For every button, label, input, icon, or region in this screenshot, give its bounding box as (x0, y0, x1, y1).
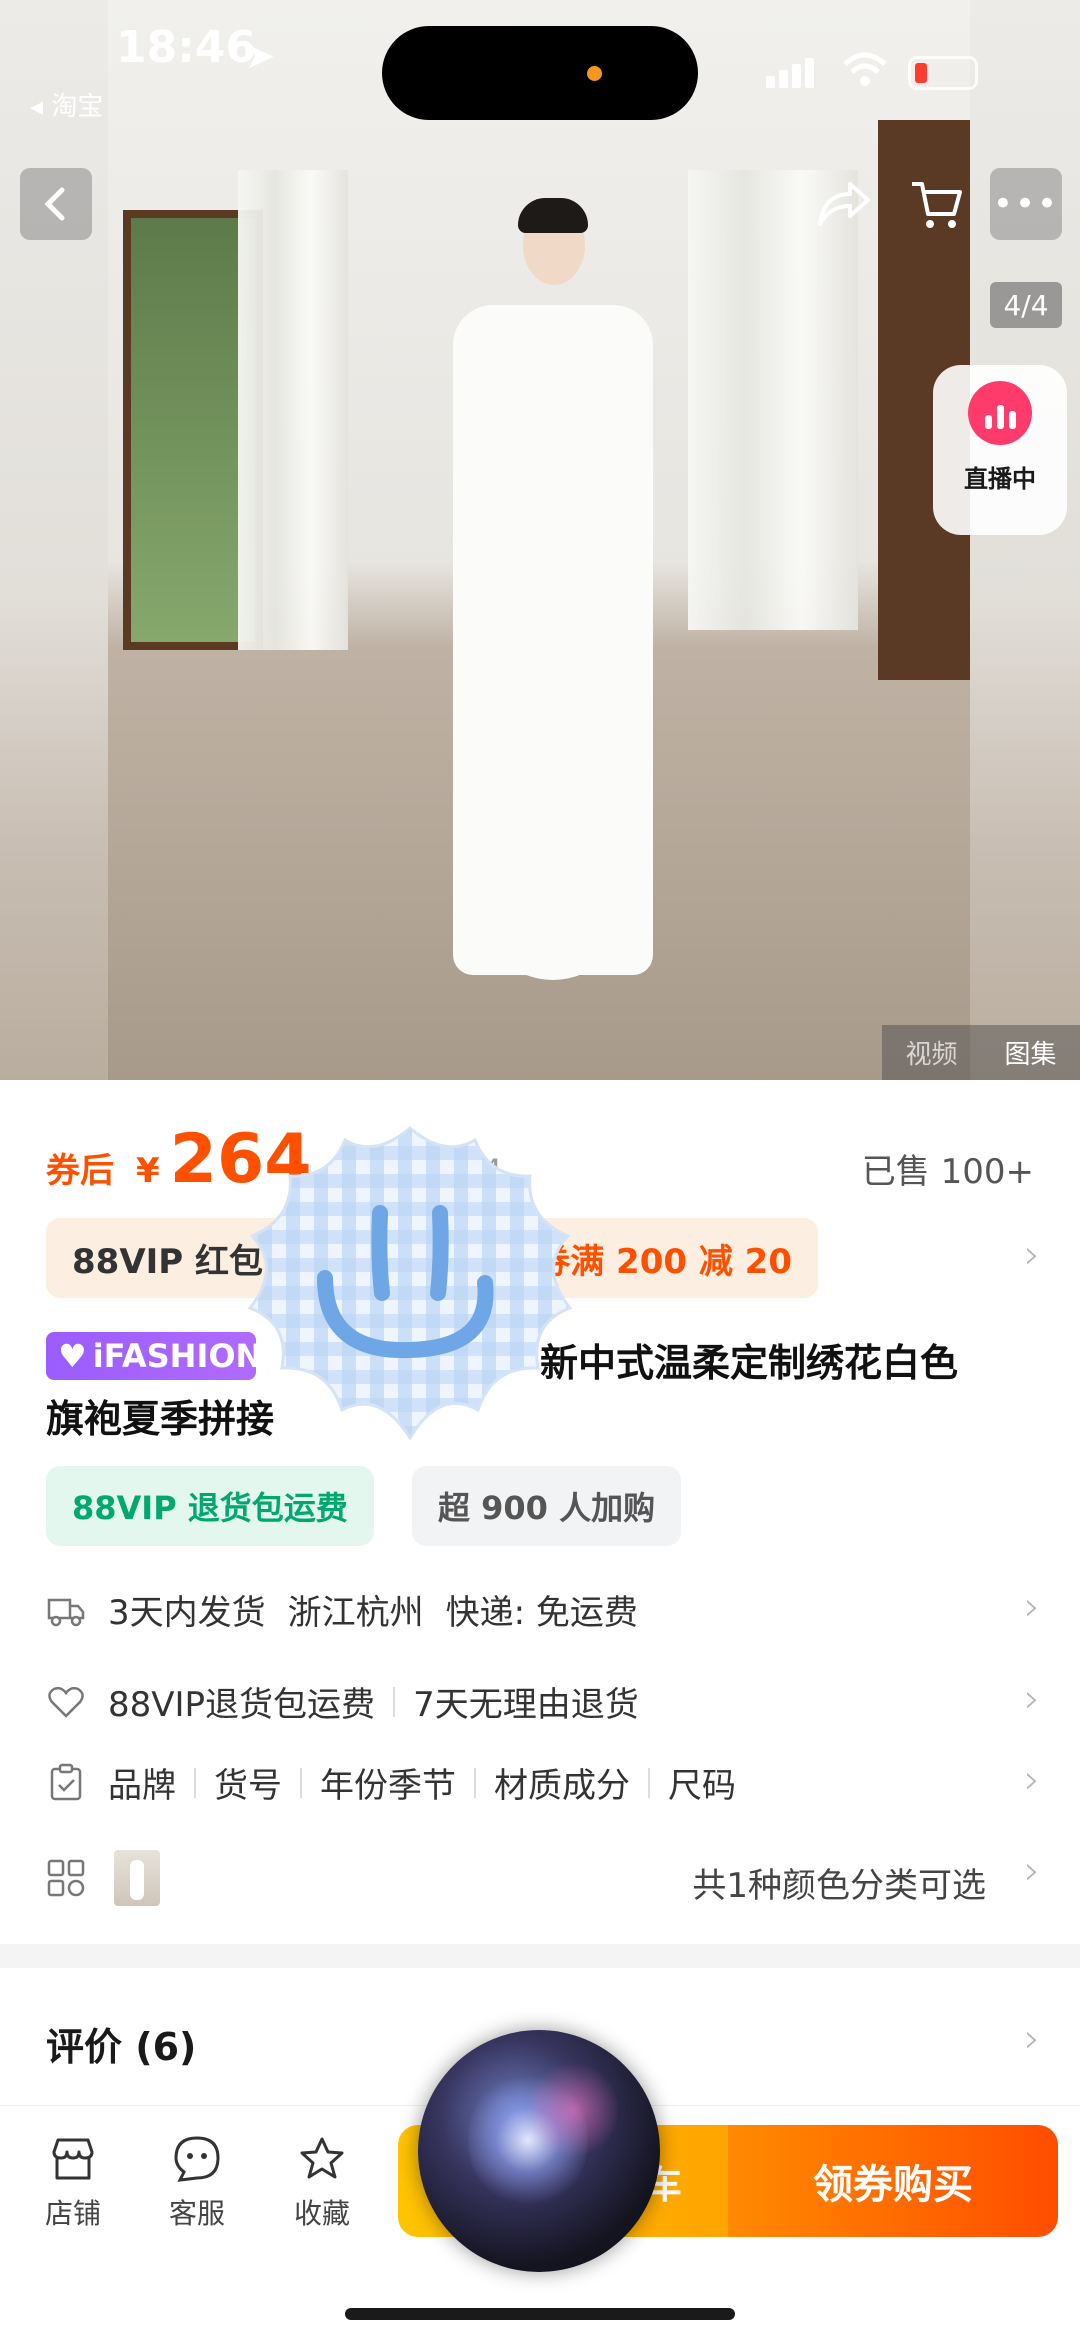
chevron-left-icon (44, 187, 65, 221)
model-hair (518, 198, 588, 233)
curtain-right (688, 170, 858, 630)
ship-fee: 快递: 免运费 (445, 1593, 638, 1633)
clipboard-check-icon (50, 1763, 82, 1800)
siri-orb-icon (418, 2030, 660, 2272)
ifashion-logo-icon: ♥ (58, 1337, 87, 1375)
params-chevron-icon[interactable]: › (1024, 1757, 1040, 1803)
tab-video[interactable]: 视频 (905, 1034, 957, 1071)
share-icon[interactable] (816, 178, 872, 230)
dynamic-island (382, 26, 698, 120)
grid-icon (47, 1859, 85, 1897)
guarantee-7day: 7天无理由退货 (413, 1685, 639, 1725)
back-button[interactable] (20, 168, 92, 240)
battery-icon (908, 56, 978, 90)
favorite-button[interactable]: 收藏 (277, 2134, 367, 2232)
promo-chevron-icon[interactable]: › (1024, 1232, 1040, 1278)
live-label: 直播中 (964, 465, 1036, 493)
section-divider (0, 1944, 1080, 1968)
params-row[interactable]: 品牌 货号 年份季节 材质成分 尺码 (46, 1758, 736, 1807)
image-counter: 4/4 (990, 282, 1062, 328)
sku-row[interactable]: 共1种颜色分类可选 (46, 1850, 1036, 1910)
title-line-1: 新中式温柔定制绣花白色 (540, 1341, 959, 1385)
customer-service-button[interactable]: 客服 (152, 2134, 242, 2232)
back-to-app[interactable]: ◂ 淘宝 (30, 86, 103, 123)
guarantee-row[interactable]: 88VIP退货包运费 7天无理由退货 (46, 1677, 639, 1726)
product-photo (108, 0, 970, 1080)
star-icon (300, 2137, 344, 2179)
location-arrow-icon: ➤ (245, 36, 276, 77)
param-sku-code: 货号 (214, 1766, 282, 1806)
media-tabs: 视频 图集 (882, 1025, 1080, 1080)
tab-gallery[interactable]: 图集 (1004, 1034, 1056, 1071)
store-icon (52, 2138, 94, 2180)
smiley-sticker-icon (247, 1126, 573, 1441)
sku-chevron-icon[interactable]: › (1024, 1848, 1040, 1894)
store-label: 店铺 (44, 2197, 101, 2230)
ship-time: 3天内发货 (108, 1593, 266, 1633)
live-stream-button[interactable]: 直播中 (933, 365, 1067, 535)
sku-thumbnail (114, 1850, 160, 1906)
tag-add-cart-count: 超 900 人加购 (412, 1466, 682, 1546)
more-icon: ••• (992, 184, 1060, 224)
service-label: 客服 (168, 2197, 225, 2230)
curtain-left (238, 170, 348, 650)
guarantee-vip: 88VIP退货包运费 (108, 1685, 376, 1725)
mic-indicator-icon (587, 66, 602, 81)
favorite-label: 收藏 (293, 2197, 350, 2230)
sku-text: 共1种颜色分类可选 (692, 1866, 986, 1906)
coupon-price-label: 券后 (46, 1151, 114, 1191)
dress-skirt (478, 700, 628, 980)
reviews-chevron-icon[interactable]: › (1024, 2016, 1040, 2062)
back-app-label: 淘宝 (51, 92, 104, 122)
more-button[interactable]: ••• (990, 168, 1062, 240)
param-size: 尺码 (668, 1766, 736, 1806)
home-indicator (345, 2308, 735, 2320)
param-season: 年份季节 (320, 1766, 456, 1806)
param-material: 材质成分 (494, 1766, 630, 1806)
param-brand: 品牌 (108, 1766, 176, 1806)
ship-origin: 浙江杭州 (287, 1593, 424, 1633)
shipping-chevron-icon[interactable]: › (1024, 1584, 1040, 1630)
heart-shield-icon (48, 1686, 84, 1718)
coupon-buy-button[interactable]: 领券购买 (728, 2125, 1058, 2237)
chat-face-icon (174, 2136, 220, 2182)
currency-symbol: ¥ (136, 1151, 160, 1191)
cart-icon[interactable] (908, 176, 964, 232)
tag-vip-return: 88VIP 退货包运费 (46, 1466, 374, 1546)
product-gallery[interactable]: 18:46 ➤ ◂ 淘宝 ••• 4/4 直播中 视频 图集 (0, 0, 1080, 1080)
shipping-row[interactable]: 3天内发货 浙江杭州 快递: 免运费 (46, 1585, 638, 1634)
ifashion-badge: ♥ iFASHION (46, 1332, 262, 1380)
wifi-icon (843, 52, 887, 86)
guarantee-chevron-icon[interactable]: › (1024, 1676, 1040, 1722)
store-button[interactable]: 店铺 (28, 2134, 118, 2232)
sold-count: 已售 100+ (861, 1152, 1034, 1192)
buy-label: 领券购买 (813, 2162, 973, 2208)
live-icon (968, 381, 1032, 445)
reviews-label[interactable]: 评价 (6) (46, 2016, 196, 2071)
truck-icon (47, 1598, 85, 1626)
status-time: 18:46 (116, 22, 257, 73)
signal-icon (766, 58, 814, 88)
